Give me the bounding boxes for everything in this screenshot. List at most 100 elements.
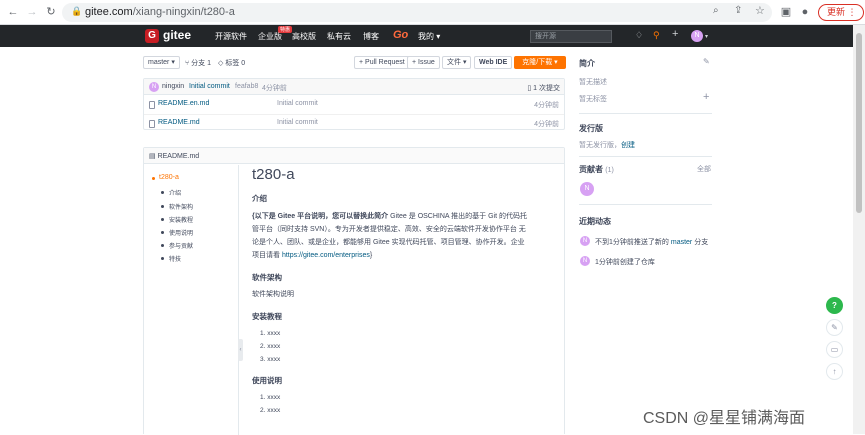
arch-text: 软件架构说明 (252, 291, 294, 298)
bookmark-star-icon[interactable]: ☆ (755, 4, 765, 17)
toc-dot (161, 231, 164, 234)
nav-item-university[interactable]: 高校版 (292, 31, 316, 42)
update-button[interactable]: 更新 ⋮ (818, 4, 864, 21)
search-input[interactable]: 搜开源 (530, 30, 612, 43)
zoom-icon[interactable]: ⌕ (713, 5, 719, 16)
toc-item[interactable]: 参与贡献 (169, 241, 193, 250)
nav-item-private-cloud[interactable]: 私有云 (327, 31, 351, 42)
toc-item[interactable]: t280-a (159, 174, 179, 181)
readme-header: ▤ README.md (144, 148, 564, 164)
enterprise-link[interactable]: https://gitee.com/enterprises (282, 252, 370, 259)
commit-author[interactable]: ningxin (162, 83, 184, 90)
toc-dot (152, 177, 155, 180)
feedback-icon[interactable]: ✎ (826, 319, 843, 336)
commit-author-avatar[interactable]: N (149, 82, 159, 92)
activity-avatar[interactable]: N (580, 256, 590, 266)
toc-item[interactable]: 介绍 (169, 188, 181, 197)
intro-heading: 介绍 (252, 194, 267, 203)
sidepanel-icon[interactable]: ▣ (778, 4, 794, 20)
file-menu-button[interactable]: 文件 ▾ (442, 56, 472, 69)
release-title: 发行版 (579, 124, 603, 133)
file-name[interactable]: README.en.md (158, 100, 209, 107)
readme-header-label: ▤ README.md (149, 153, 200, 160)
branch-link[interactable]: master (671, 239, 692, 246)
divider (579, 156, 712, 157)
bell-icon[interactable]: ♢ (635, 30, 643, 41)
gitee-logo-icon[interactable]: G (145, 29, 159, 43)
no-description: 暂无描述 (579, 79, 607, 86)
back-to-top-icon[interactable]: ↑ (826, 363, 843, 380)
file-commit-message[interactable]: Initial commit (277, 119, 318, 126)
reload-icon[interactable]: ↻ (43, 4, 59, 20)
clone-download-button[interactable]: 克隆/下载 ▾ (514, 56, 566, 69)
pull-request-button[interactable]: + Pull Request (354, 56, 410, 69)
share-icon[interactable]: ⇪ (734, 5, 742, 16)
gitee-logo-text[interactable]: gitee (163, 28, 191, 42)
commit-message[interactable]: Initial commit (189, 83, 230, 90)
file-row[interactable]: README.md Initial commit 4分钟前 (144, 114, 564, 132)
profile-icon[interactable]: ● (797, 4, 813, 20)
toc-item[interactable]: 软件架构 (169, 202, 193, 211)
toc-item[interactable]: 使用说明 (169, 228, 193, 237)
toc-dot (161, 244, 164, 247)
file-row[interactable]: README.en.md Initial commit 4分钟前 (144, 96, 564, 114)
nav-item-opensource[interactable]: 开源软件 (215, 31, 247, 42)
branches-link[interactable]: ⑂ 分支 1 (185, 58, 211, 68)
hot-badge: 特惠 (278, 26, 293, 33)
activity-avatar[interactable]: N (580, 236, 590, 246)
file-time: 4分钟前 (534, 102, 559, 109)
forward-icon[interactable]: → (24, 4, 40, 20)
chevron-down-icon[interactable]: ▾ (705, 33, 708, 40)
divider (579, 113, 712, 114)
scrollbar-thumb[interactable] (856, 33, 862, 213)
gitee-navbar: G gitee 开源软件 企业版 特惠 高校版 私有云 博客 Go 我的 ▾ 搜… (0, 25, 853, 47)
address-bar[interactable]: 🔒 gitee.com/xiang-ningxin/t280-a ⌕ ⇪ ☆ (62, 3, 772, 22)
arch-heading: 软件架构 (252, 273, 282, 282)
file-list: N ningxin Initial commit feafab8 4分钟前 ▯ … (143, 78, 565, 130)
file-time: 4分钟前 (534, 121, 559, 128)
toc-item[interactable]: 特技 (169, 254, 181, 263)
toc-dot (161, 205, 164, 208)
latest-commit-row: N ningxin Initial commit feafab8 4分钟前 ▯ … (144, 79, 564, 95)
file-icon (149, 120, 155, 128)
add-tag-icon[interactable]: + (703, 91, 709, 103)
back-icon[interactable]: ← (5, 4, 21, 20)
url-text: gitee.com/xiang-ningxin/t280-a (85, 6, 235, 18)
readme-title: t280-a (252, 166, 295, 183)
create-release-link[interactable]: 创建 (621, 142, 635, 149)
edit-icon[interactable]: ✎ (703, 57, 710, 66)
all-contributors-link[interactable]: 全部 (697, 164, 711, 174)
issue-button[interactable]: + Issue (407, 56, 440, 69)
nav-item-go[interactable]: Go (393, 29, 408, 41)
location-icon[interactable]: ⚲ (653, 30, 660, 41)
webide-button[interactable]: Web IDE (474, 56, 513, 69)
commit-count[interactable]: ▯ 1 次提交 (527, 83, 560, 93)
list-item: 1. xxxx (260, 330, 281, 337)
commit-hash[interactable]: feafab8 (235, 83, 258, 90)
browser-toolbar: ← → ↻ 🔒 gitee.com/xiang-ningxin/t280-a ⌕… (0, 0, 865, 25)
tags-link[interactable]: ◇ 标签 0 (218, 58, 245, 68)
user-avatar[interactable]: N (691, 30, 703, 42)
toc-item[interactable]: 安装教程 (169, 215, 193, 224)
contributors-title: 贡献者 (1) (579, 165, 614, 174)
plus-icon[interactable]: + (672, 28, 678, 40)
help-icon[interactable]: ? (826, 297, 843, 314)
file-commit-message[interactable]: Initial commit (277, 100, 318, 107)
no-release: 暂无发行版，创建 (579, 142, 635, 149)
list-item: 2. xxxx (260, 343, 281, 350)
file-icon (149, 101, 155, 109)
toc-collapse-handle[interactable]: ‹ (238, 339, 243, 361)
branch-select[interactable]: master ▾ (143, 56, 180, 69)
divider (579, 204, 712, 205)
file-name[interactable]: README.md (158, 119, 200, 126)
usage-heading: 使用说明 (252, 376, 282, 385)
readme-panel: ▤ README.md t280-a 介绍 软件架构 安装教程 使用说明 参与贡… (143, 147, 565, 435)
intro-paragraph: {以下是 Gitee 平台说明，您可以替换此简介 Gitee 是 OSCHINA… (252, 213, 527, 259)
nav-item-mine[interactable]: 我的 ▾ (418, 31, 440, 42)
contributor-avatar[interactable]: N (580, 182, 594, 196)
comment-icon[interactable]: ▭ (826, 341, 843, 358)
activity-title: 近期动态 (579, 217, 611, 226)
toc-dot (161, 257, 164, 260)
nav-item-blog[interactable]: 博客 (363, 31, 379, 42)
lock-icon: 🔒 (71, 6, 83, 16)
